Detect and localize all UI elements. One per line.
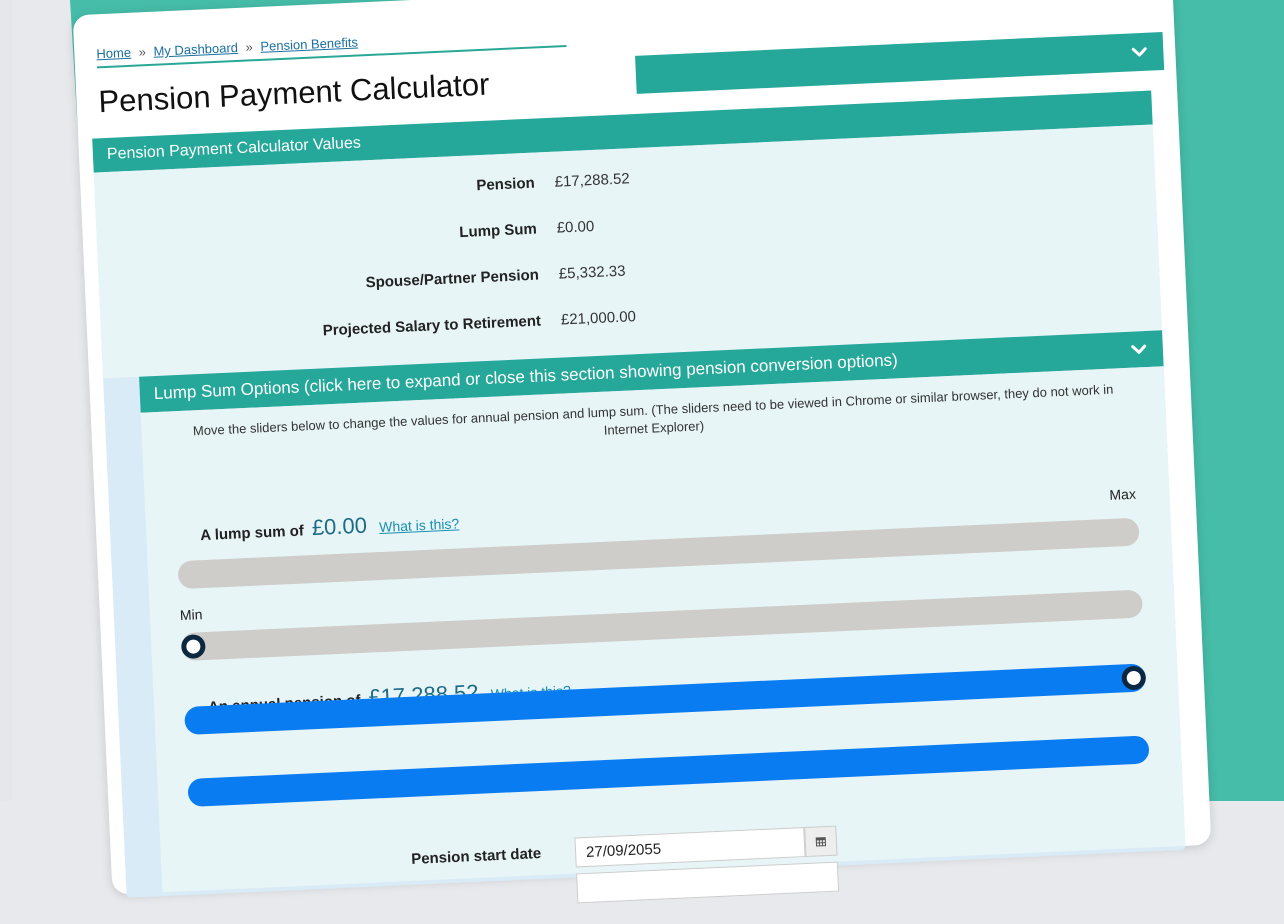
lump-sum-what-is-this-link[interactable]: What is this? (379, 515, 460, 535)
lump-sum-label: A lump sum of £0.00 What is this? (200, 508, 460, 546)
pension-start-date-row: Pension start date 27/09/2055 (411, 825, 840, 904)
value-row-projected-salary: Projected Salary to Retirement £21,000.0… (101, 304, 721, 352)
values-section-title: Pension Payment Calculator Values (106, 134, 362, 163)
pension-start-date-input[interactable]: 27/09/2055 (574, 827, 806, 868)
chevron-down-icon[interactable] (1128, 331, 1150, 368)
value-amount: £17,288.52 (554, 170, 631, 191)
value-row-lump-sum: Lump Sum £0.00 (97, 212, 717, 260)
breadcrumb-dashboard-link[interactable]: My Dashboard (153, 40, 238, 59)
value-amount: £21,000.00 (560, 308, 637, 329)
lump-sum-slider-track[interactable] (180, 589, 1144, 662)
pension-start-date-label: Pension start date (410, 845, 542, 868)
calculator-container: Pension Payment Calculator Values Pensio… (92, 90, 1186, 904)
second-date-input[interactable] (576, 861, 840, 904)
slider-min-label: Min (179, 606, 203, 624)
value-amount: £5,332.33 (558, 262, 626, 283)
chevron-down-icon[interactable] (1129, 33, 1151, 72)
slider-max-label: Max (1109, 485, 1137, 503)
breadcrumb-home-link[interactable]: Home (96, 45, 131, 62)
value-row-pension: Pension £17,288.52 (95, 166, 715, 214)
lump-sum-options-panel: Move the sliders below to change the val… (140, 366, 1186, 904)
breadcrumb-pension-benefits-link[interactable]: Pension Benefits (260, 34, 358, 53)
value-label: Spouse/Partner Pension (365, 266, 540, 292)
annual-pension-fill-track[interactable] (187, 735, 1150, 807)
lump-sum-amount: £0.00 (311, 512, 368, 541)
value-label: Lump Sum (458, 220, 538, 242)
calendar-button[interactable] (804, 825, 838, 858)
breadcrumb-separator: » (245, 39, 254, 55)
value-row-spouse-pension: Spouse/Partner Pension £5,332.33 (99, 258, 719, 306)
breadcrumb-separator: » (138, 44, 147, 60)
calendar-icon (815, 837, 827, 847)
background-left-strip (0, 0, 12, 801)
page-title: Pension Payment Calculator (97, 66, 491, 120)
lump-sum-prefix: A lump sum of (199, 522, 305, 545)
calculator-page: Home » My Dashboard » Pension Benefits P… (72, 0, 1212, 904)
annual-pension-slider-thumb[interactable] (1121, 665, 1147, 691)
value-label: Pension (476, 174, 536, 195)
title-collapse-bar[interactable] (635, 31, 1165, 94)
lump-sum-slider-thumb[interactable] (180, 634, 206, 660)
value-label: Projected Salary to Retirement (322, 312, 542, 340)
value-amount: £0.00 (556, 217, 595, 237)
